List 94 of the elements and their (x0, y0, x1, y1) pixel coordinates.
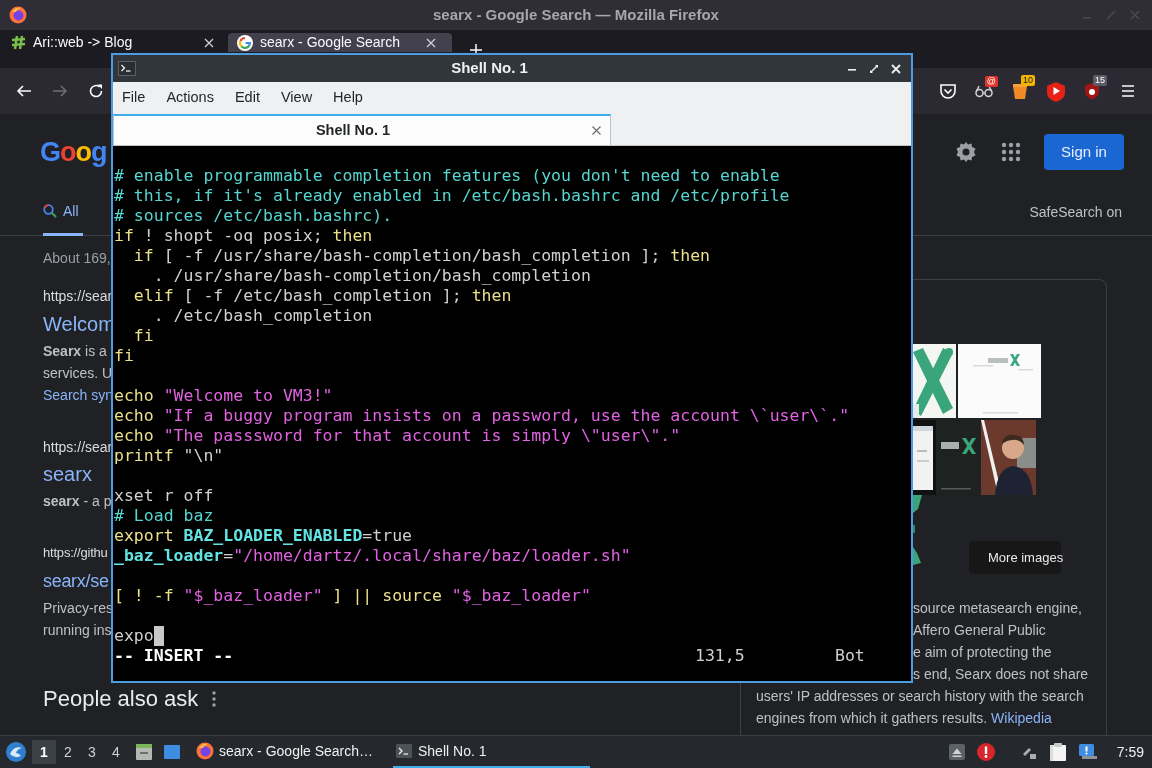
code-line: . /usr/share/bash-completion/bash_completion (152, 266, 591, 286)
mode-indicator: -- INSERT -- (114, 646, 234, 666)
description-text: Affero General Public (913, 621, 1046, 640)
code-line: if [ -f /usr/share/bash-completion/bash_completion ]; then (132, 246, 711, 266)
clock[interactable]: 7:59 (1116, 741, 1144, 763)
more-icon[interactable] (212, 691, 217, 707)
code-line: elif [ -f /etc/bash_completion ]; then (132, 286, 512, 306)
code-line: _baz_loader="/home/dartz/.local/share/baz/loader.sh" (114, 546, 631, 566)
code-line: echo "If a buggy program insists on a password, use the account \`user\`." (114, 406, 850, 426)
description-text: engines from which it gathers results. (756, 709, 988, 728)
description-text: s end, Searx does not share (913, 665, 1089, 684)
code-line: # this, if it's already enabled in /etc/bash.bashrc and /etc/profile (114, 186, 790, 206)
terminal-tab[interactable]: Shell No. 1 (113, 114, 611, 145)
result-snippet: searx - a p (43, 492, 112, 511)
code-line: # Load baz (114, 506, 214, 526)
menu-item[interactable]: Edit (225, 84, 269, 111)
google-logo[interactable]: Goog (40, 136, 107, 168)
notification-count: 15 (1093, 75, 1107, 86)
folder-icon[interactable] (136, 743, 152, 761)
description-text: users' IP addresses or search history with the search (756, 687, 1084, 706)
app-launcher-icon[interactable] (5, 741, 27, 763)
more-images-button[interactable]: More images (969, 541, 1061, 574)
result-snippet: Searx is a (43, 342, 107, 361)
text-cursor (153, 626, 164, 646)
code-line: # sources /etc/bash.bashrc). (114, 206, 393, 226)
back-arrow-icon (16, 83, 32, 99)
sign-in-button[interactable]: Sign in (1044, 134, 1124, 170)
result-stats: About 169, (43, 249, 111, 267)
code-line: fi (132, 326, 154, 346)
terminal-icon (396, 744, 412, 758)
notification-count: 10 (1021, 75, 1035, 86)
result-url: https://sear (43, 438, 113, 456)
taskbar-task[interactable]: Shell No. 1 (393, 736, 590, 768)
menu-item[interactable]: Actions (157, 84, 223, 111)
code-line: export BAZ_LOADER_ENABLED=true (114, 526, 413, 546)
browser-tab[interactable]: searx - Google Search (228, 33, 452, 52)
search-icon (43, 204, 57, 218)
colored-ring-icon (237, 34, 253, 51)
maximize-icon (869, 63, 879, 74)
code-line: # enable programmable completion features (you don't need to enable (114, 166, 780, 186)
result-url: https://sear (43, 287, 113, 305)
menu-item[interactable]: Help (324, 84, 372, 111)
safesearch-label[interactable]: SafeSearch on (1029, 202, 1152, 223)
workspace-button[interactable]: 2 (56, 740, 80, 764)
menu-item[interactable]: View (271, 84, 322, 111)
code-line: printf "\n" (114, 446, 224, 466)
close-icon (891, 63, 901, 74)
notification-count: @ (984, 76, 998, 87)
settings-icon[interactable] (954, 140, 978, 164)
description-text: e aim of protecting the (913, 643, 1052, 662)
workspace-button[interactable]: 1 (32, 740, 56, 764)
window-title: searx - Google Search — Mozilla Firefox (433, 4, 719, 25)
forward-arrow-icon (52, 83, 68, 99)
code-line: xset r off (114, 486, 214, 506)
notification-icon[interactable] (1078, 744, 1097, 760)
tray-expand-icon[interactable] (948, 744, 965, 760)
firefox-icon (196, 742, 214, 760)
search-tab[interactable]: All (43, 189, 83, 236)
apps-icon[interactable] (999, 140, 1023, 164)
description-text: source metasearch engine, (913, 599, 1082, 618)
result-snippet: Privacy-res (43, 599, 113, 618)
code-line: . /etc/bash_completion (152, 306, 373, 326)
result-url: https://githu (43, 544, 108, 562)
wikipedia-link[interactable]: Wikipedia (991, 707, 1052, 729)
alert-icon[interactable] (976, 743, 995, 761)
shield-icon[interactable] (1084, 82, 1100, 100)
workspace-button[interactable]: 3 (80, 740, 104, 764)
result-snippet: running ins (43, 621, 112, 640)
cup-icon[interactable] (1012, 82, 1028, 100)
workspace-button[interactable]: 4 (104, 740, 128, 764)
clipboard-icon[interactable] (1048, 742, 1067, 762)
scroll-position: Bot (835, 646, 866, 666)
code-line: echo "Welcome to VM3!" (114, 386, 333, 406)
result-snippet: services. U (43, 364, 113, 383)
window-icon[interactable] (164, 744, 180, 760)
code-line: echo "The passsword for that account is simply \"user\"." (114, 426, 681, 446)
menu-item[interactable]: File (113, 84, 155, 111)
taskbar-task[interactable]: searx - Google Search… (193, 736, 382, 768)
cursor-position: 131,5 (695, 646, 746, 666)
terminal-icon (118, 61, 136, 76)
close-icon[interactable] (592, 126, 601, 135)
window-title: Shell No. 1 (450, 58, 529, 79)
glasses-icon[interactable] (975, 84, 993, 98)
hash-icon (11, 35, 26, 50)
code-line: [ ! -f "$_baz_loader" ] || source "$_baz_loader" (114, 586, 591, 606)
result-title[interactable]: searx/se (43, 568, 109, 594)
code-line: if ! shopt -oq posix; then (114, 226, 373, 246)
result-title[interactable]: searx (43, 461, 92, 487)
reload-icon (88, 83, 104, 99)
firefox-icon (9, 6, 27, 24)
code-line: expo (114, 626, 154, 646)
browser-tab[interactable]: Ari::web -> Blog (0, 33, 220, 52)
code-line: fi (114, 346, 134, 366)
section-heading: People also ask (43, 685, 199, 713)
